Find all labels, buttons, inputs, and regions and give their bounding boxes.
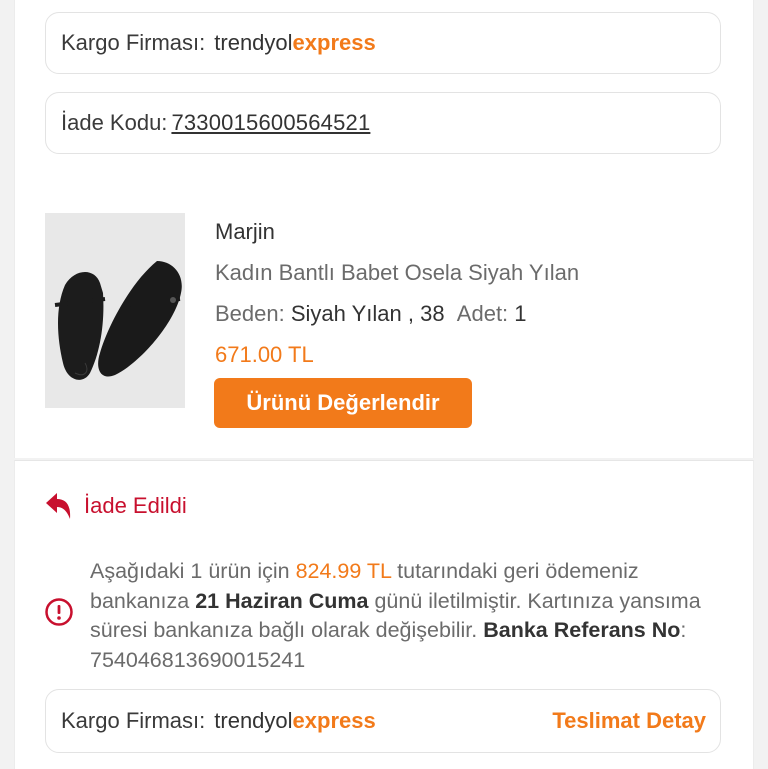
size-label: Beden: bbox=[215, 301, 285, 326]
cargo-company-box: Kargo Firması: trendyolexpress bbox=[45, 12, 721, 74]
return-arrow-icon bbox=[44, 491, 72, 521]
product-price: 671.00 TL bbox=[215, 342, 314, 367]
refund-date: 21 Haziran Cuma bbox=[195, 588, 369, 613]
refund-amount: 824.99 TL bbox=[295, 559, 392, 583]
refund-notice: Aşağıdaki 1 ürün için 824.99 TL tutarınd… bbox=[90, 559, 701, 672]
trendyol-express-logo: trendyolexpress bbox=[214, 30, 376, 55]
qty-label: Adet: bbox=[456, 301, 509, 326]
return-code-value[interactable]: 7330015600564521 bbox=[171, 110, 370, 136]
return-code-box: İade Kodu: 7330015600564521 bbox=[45, 92, 721, 154]
product-seller[interactable]: Marjin bbox=[215, 219, 275, 245]
cargo-company-label: Kargo Firması: bbox=[61, 708, 206, 733]
bank-ref-label: Banka Referans No bbox=[483, 618, 681, 642]
return-status-text: İade Edildi bbox=[84, 493, 187, 518]
trendyol-express-logo: trendyolexpress bbox=[214, 708, 376, 733]
return-code-label: İade Kodu: bbox=[61, 110, 168, 135]
rate-product-button[interactable]: Ürünü Değerlendir bbox=[214, 378, 472, 428]
size-value: Siyah Yılan , 38 bbox=[290, 301, 445, 326]
info-icon bbox=[44, 597, 74, 627]
bank-ref-value: 754046813690015241 bbox=[90, 647, 306, 672]
product-name[interactable]: Kadın Bantlı Babet Osela Siyah Yılan bbox=[215, 260, 579, 286]
cargo-company-label: Kargo Firması: bbox=[61, 30, 206, 55]
qty-value: 1 bbox=[514, 301, 527, 326]
cargo-company-box-bottom: Kargo Firması: trendyolexpress Teslimat … bbox=[45, 689, 721, 753]
shoe-icon bbox=[45, 213, 185, 408]
product-image[interactable] bbox=[45, 213, 185, 408]
product-attributes: Beden: Siyah Yılan , 38 Adet: 1 bbox=[215, 301, 527, 327]
delivery-detail-link[interactable]: Teslimat Detay bbox=[552, 708, 706, 734]
